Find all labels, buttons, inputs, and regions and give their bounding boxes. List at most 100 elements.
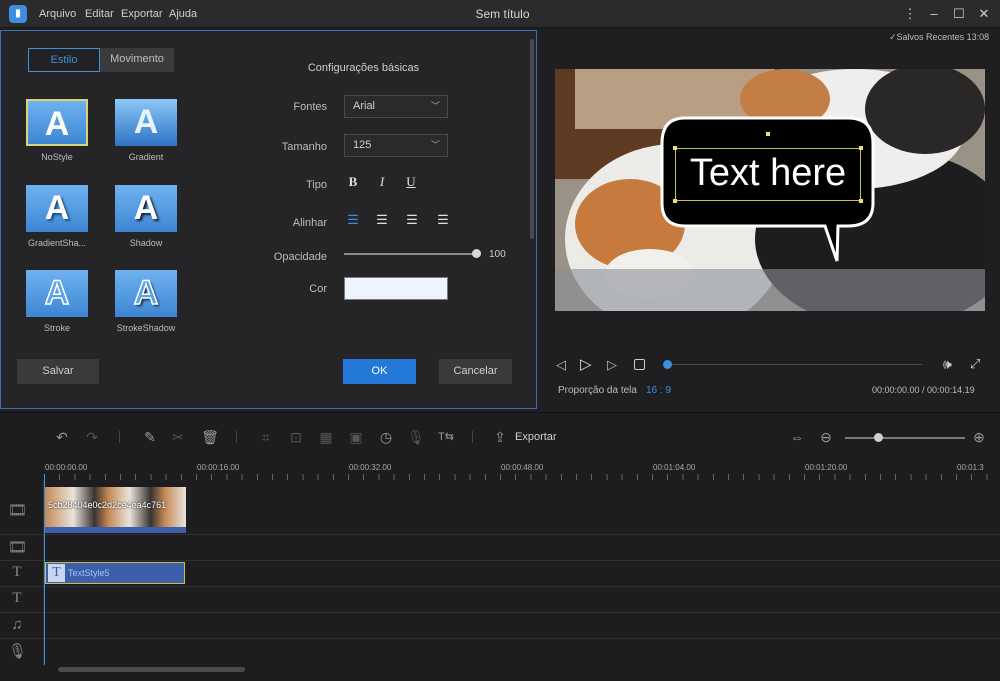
font-select[interactable]: Arial ﹀ bbox=[344, 95, 448, 118]
resize-handle[interactable] bbox=[859, 199, 863, 203]
zoom-slider[interactable] bbox=[845, 437, 965, 439]
font-label: Fontes bbox=[293, 101, 327, 113]
volume-icon[interactable]: 🕪 bbox=[943, 356, 952, 373]
time-readout: 00:00:00.00 / 00:00:14.19 bbox=[872, 385, 975, 395]
style-tile-stroke[interactable]: A bbox=[26, 270, 88, 317]
minimize-icon[interactable]: – bbox=[924, 5, 944, 23]
color-picker[interactable] bbox=[344, 277, 448, 300]
zoom-out-icon[interactable]: ⊖ bbox=[816, 427, 836, 447]
track-divider bbox=[0, 612, 1000, 613]
zoom-in-icon[interactable]: ⊕ bbox=[969, 427, 989, 447]
playback-progress-bar[interactable] bbox=[664, 364, 922, 365]
style-tile-gradient[interactable]: A bbox=[115, 99, 177, 146]
undo-icon[interactable]: ↶ bbox=[52, 427, 72, 447]
color-label: Cor bbox=[309, 283, 327, 295]
next-frame-icon[interactable]: ▷ bbox=[607, 357, 617, 373]
track-divider bbox=[0, 534, 1000, 535]
underline-button[interactable]: U bbox=[402, 173, 420, 191]
text-track-2-icon: T bbox=[12, 590, 22, 606]
save-button[interactable]: Salvar bbox=[17, 359, 99, 384]
zoom-slider-handle[interactable] bbox=[873, 433, 883, 442]
more-options-icon[interactable]: ⋮ bbox=[900, 5, 920, 23]
edit-icon[interactable]: ✎ bbox=[140, 427, 160, 447]
menu-arquivo[interactable]: Arquivo bbox=[39, 8, 76, 20]
play-icon[interactable]: ▷ bbox=[580, 355, 592, 373]
style-preview-glyph: A bbox=[133, 273, 159, 313]
opacity-value: 100 bbox=[489, 249, 506, 260]
text-track-icon: T bbox=[12, 564, 22, 580]
fit-timeline-icon[interactable]: ⇔ bbox=[787, 427, 807, 447]
resize-handle[interactable] bbox=[859, 146, 863, 150]
maximize-icon[interactable]: ☐ bbox=[949, 5, 969, 23]
voiceover-icon[interactable]: 🎙 bbox=[406, 427, 426, 447]
freeze-frame-icon[interactable]: ▣ bbox=[346, 427, 366, 447]
menu-editar[interactable]: Editar bbox=[85, 8, 114, 20]
style-tile-shadow[interactable]: A bbox=[115, 185, 177, 232]
align-right-icon[interactable]: ☰ bbox=[403, 211, 421, 229]
playback-progress-handle[interactable] bbox=[663, 360, 672, 369]
voice-track-icon: 🎙 bbox=[8, 643, 28, 660]
stop-icon[interactable] bbox=[634, 359, 645, 370]
fullscreen-icon[interactable]: ⤢ bbox=[970, 356, 980, 372]
mosaic-icon[interactable]: ▦ bbox=[316, 427, 336, 447]
menu-ajuda[interactable]: Ajuda bbox=[169, 8, 197, 20]
style-preview-glyph: A bbox=[44, 273, 70, 313]
style-tile-nostyle[interactable]: A bbox=[26, 99, 88, 146]
chevron-down-icon: ﹀ bbox=[430, 140, 440, 150]
ruler-tick-label: 00:01:20.00 bbox=[805, 463, 848, 472]
toolbar-divider bbox=[119, 431, 120, 443]
track-divider bbox=[0, 586, 1000, 587]
chevron-down-icon: ﹀ bbox=[430, 101, 440, 111]
speech-to-text-icon[interactable]: T⇆ bbox=[436, 427, 456, 447]
style-tile-gradient-shadow[interactable]: A bbox=[26, 185, 88, 232]
opacity-slider[interactable] bbox=[344, 253, 475, 255]
resize-handle[interactable] bbox=[766, 132, 770, 136]
size-select[interactable]: 125 ﹀ bbox=[344, 134, 448, 157]
opacity-slider-handle[interactable] bbox=[472, 249, 481, 258]
text-clip[interactable]: T TextStyle5 bbox=[45, 562, 185, 584]
size-label: Tamanho bbox=[281, 141, 327, 153]
resize-handle[interactable] bbox=[673, 146, 677, 150]
playhead[interactable] bbox=[44, 474, 45, 665]
export-icon[interactable]: ⇪ bbox=[490, 427, 510, 447]
resize-handle[interactable] bbox=[673, 199, 677, 203]
bold-button[interactable]: B bbox=[344, 173, 362, 191]
track-divider bbox=[0, 638, 1000, 639]
align-justify-icon[interactable]: ☰ bbox=[434, 211, 452, 229]
overlay-track-icon: 🎞 bbox=[8, 539, 28, 556]
saved-status-text: Salvos Recentes 13:08 bbox=[896, 32, 990, 42]
font-value: Arial bbox=[353, 100, 376, 112]
export-button[interactable]: Exportar bbox=[515, 431, 557, 443]
align-left-icon[interactable]: ☰ bbox=[344, 211, 362, 229]
italic-button[interactable]: I bbox=[373, 173, 391, 191]
tab-estilo[interactable]: Estilo bbox=[28, 48, 100, 72]
close-icon[interactable]: ✕ bbox=[974, 5, 994, 23]
aspect-ratio-value[interactable]: 16 : 9 bbox=[646, 385, 671, 396]
style-tile-stroke-shadow[interactable]: A bbox=[115, 270, 177, 317]
window-title: Sem título bbox=[475, 7, 530, 21]
tab-movimento[interactable]: Movimento bbox=[100, 48, 174, 72]
split-icon[interactable]: ✂ bbox=[168, 427, 188, 447]
panel-scrollbar[interactable] bbox=[530, 39, 534, 239]
crop-icon[interactable]: ⌗ bbox=[256, 427, 276, 447]
video-clip[interactable]: 5cb28404e0c2d2ce4ea4c761 bbox=[45, 487, 186, 533]
ok-button[interactable]: OK bbox=[343, 359, 416, 384]
bubble-text[interactable]: Text here bbox=[675, 152, 861, 195]
style-label: Stroke bbox=[43, 323, 70, 333]
aspect-ratio-label: Proporção da tela bbox=[558, 385, 637, 396]
align-center-icon[interactable]: ☰ bbox=[373, 211, 391, 229]
style-label: Gradient bbox=[128, 152, 164, 162]
previous-frame-icon[interactable]: ◁ bbox=[556, 357, 566, 373]
timeline-panel bbox=[0, 412, 1000, 681]
ruler-tick-label: 00:01:3 bbox=[957, 463, 984, 472]
horizontal-scrollbar[interactable] bbox=[58, 667, 245, 672]
redo-icon[interactable]: ↷ bbox=[82, 427, 102, 447]
cancel-button[interactable]: Cancelar bbox=[439, 359, 512, 384]
duration-icon[interactable]: ◷ bbox=[376, 427, 396, 447]
delete-icon[interactable]: 🗑 bbox=[200, 427, 220, 447]
zoom-crop-icon[interactable]: ⊡ bbox=[286, 427, 306, 447]
style-label: GradientSha... bbox=[27, 238, 87, 248]
text-clip-icon: T bbox=[48, 564, 65, 582]
size-value: 125 bbox=[353, 139, 372, 151]
menu-exportar[interactable]: Exportar bbox=[121, 8, 163, 20]
